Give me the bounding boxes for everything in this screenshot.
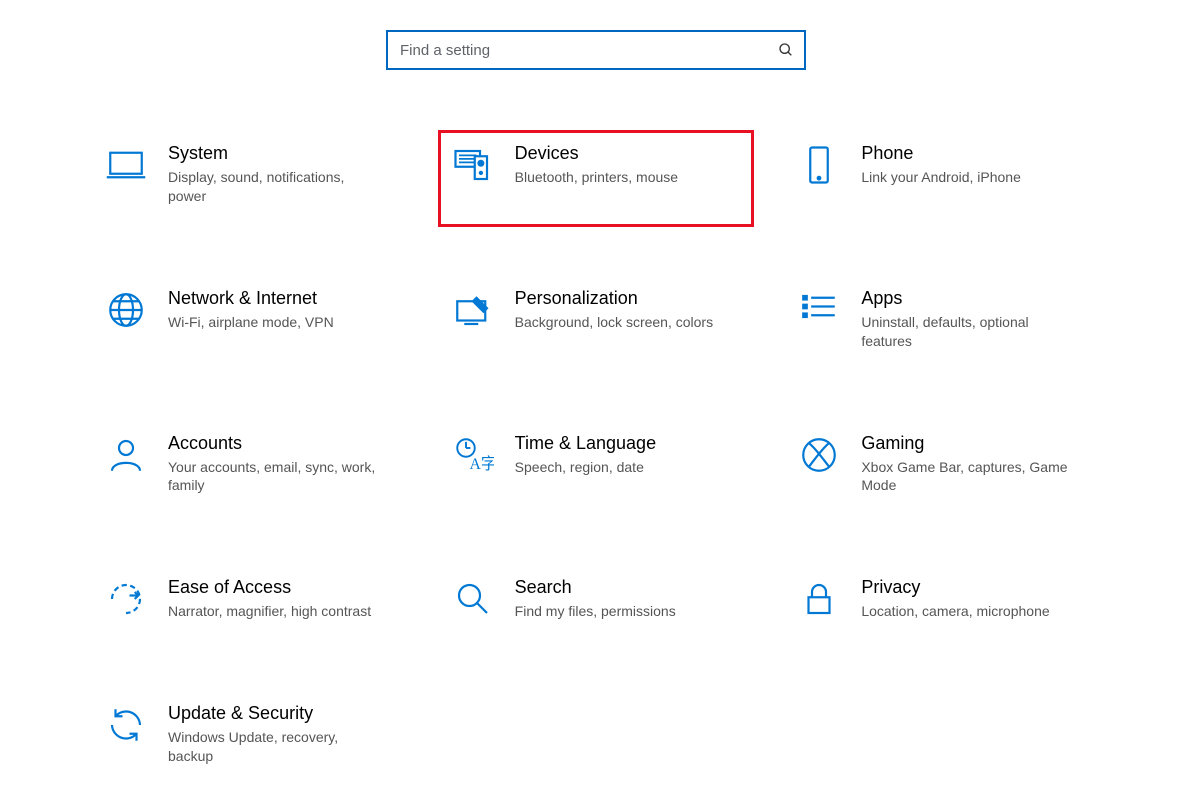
tile-system[interactable]: System Display, sound, notifications, po… — [91, 130, 408, 227]
apps-icon — [795, 288, 843, 332]
person-icon — [102, 433, 150, 477]
tile-network[interactable]: Network & Internet Wi-Fi, airplane mode,… — [91, 275, 408, 372]
globe-icon — [102, 288, 150, 332]
tile-desc: Your accounts, email, sync, work, family — [168, 458, 378, 496]
tile-title: Devices — [515, 143, 678, 164]
tile-desc: Background, lock screen, colors — [515, 313, 713, 332]
devices-icon — [449, 143, 497, 187]
tile-update-security[interactable]: Update & Security Windows Update, recove… — [91, 690, 408, 787]
tile-title: System — [168, 143, 378, 164]
search-box[interactable] — [386, 30, 806, 70]
tile-title: Personalization — [515, 288, 713, 309]
tile-desc: Wi-Fi, airplane mode, VPN — [168, 313, 334, 332]
tile-privacy[interactable]: Privacy Location, camera, microphone — [784, 564, 1101, 642]
lock-icon — [795, 577, 843, 621]
tile-ease-of-access[interactable]: Ease of Access Narrator, magnifier, high… — [91, 564, 408, 642]
tile-desc: Find my files, permissions — [515, 602, 676, 621]
tile-title: Privacy — [861, 577, 1049, 598]
tile-desc: Uninstall, defaults, optional features — [861, 313, 1071, 351]
tile-desc: Display, sound, notifications, power — [168, 168, 378, 206]
search-bar-container — [0, 0, 1192, 70]
update-icon — [102, 703, 150, 747]
tile-desc: Xbox Game Bar, captures, Game Mode — [861, 458, 1071, 496]
tile-title: Accounts — [168, 433, 378, 454]
phone-icon — [795, 143, 843, 187]
tile-devices[interactable]: Devices Bluetooth, printers, mouse — [438, 130, 755, 227]
tile-title: Time & Language — [515, 433, 656, 454]
tile-title: Update & Security — [168, 703, 378, 724]
tile-title: Search — [515, 577, 676, 598]
tile-desc: Link your Android, iPhone — [861, 168, 1021, 187]
personalization-icon — [449, 288, 497, 332]
tile-title: Apps — [861, 288, 1071, 309]
search-icon — [778, 42, 794, 58]
tile-title: Ease of Access — [168, 577, 371, 598]
tile-time-language[interactable]: A字 Time & Language Speech, region, date — [438, 420, 755, 517]
tile-desc: Windows Update, recovery, backup — [168, 728, 378, 766]
tile-gaming[interactable]: Gaming Xbox Game Bar, captures, Game Mod… — [784, 420, 1101, 517]
settings-grid: System Display, sound, notifications, po… — [91, 130, 1101, 787]
tile-accounts[interactable]: Accounts Your accounts, email, sync, wor… — [91, 420, 408, 517]
svg-text:A字: A字 — [469, 455, 494, 473]
tile-title: Phone — [861, 143, 1021, 164]
tile-personalization[interactable]: Personalization Background, lock screen,… — [438, 275, 755, 372]
tile-title: Network & Internet — [168, 288, 334, 309]
time-language-icon: A字 — [449, 433, 497, 477]
tile-phone[interactable]: Phone Link your Android, iPhone — [784, 130, 1101, 227]
tile-apps[interactable]: Apps Uninstall, defaults, optional featu… — [784, 275, 1101, 372]
ease-of-access-icon — [102, 577, 150, 621]
xbox-icon — [795, 433, 843, 477]
tile-desc: Narrator, magnifier, high contrast — [168, 602, 371, 621]
tile-search[interactable]: Search Find my files, permissions — [438, 564, 755, 642]
tile-title: Gaming — [861, 433, 1071, 454]
tile-desc: Bluetooth, printers, mouse — [515, 168, 678, 187]
tile-desc: Location, camera, microphone — [861, 602, 1049, 621]
magnifier-icon — [449, 577, 497, 621]
system-icon — [102, 143, 150, 187]
tile-desc: Speech, region, date — [515, 458, 656, 477]
search-input[interactable] — [398, 32, 778, 68]
